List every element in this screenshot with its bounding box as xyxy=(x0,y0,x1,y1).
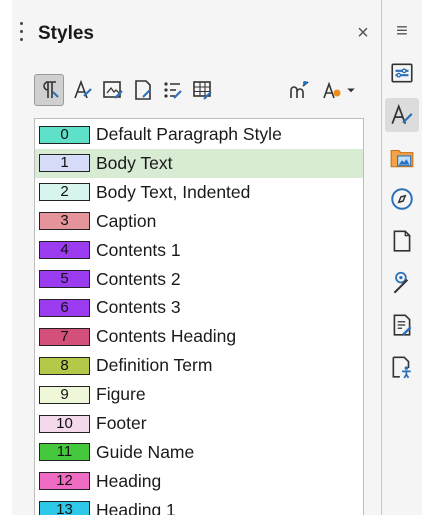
style-color-swatch: 11 xyxy=(39,443,90,462)
style-name-label: Contents 3 xyxy=(96,297,181,318)
gallery-button[interactable] xyxy=(385,140,419,174)
manage-changes-icon xyxy=(393,314,412,336)
navigator-icon xyxy=(391,188,413,210)
style-list-item[interactable]: 5 Contents 2 xyxy=(35,265,363,294)
page-icon xyxy=(393,230,411,252)
style-list-item[interactable]: 7 Contents Heading xyxy=(35,322,363,351)
frame-styles-icon xyxy=(103,81,123,99)
character-styles-button[interactable] xyxy=(68,74,98,106)
style-name-label: Default Paragraph Style xyxy=(96,124,282,144)
style-color-swatch: 8 xyxy=(39,356,90,375)
style-color-swatch: 1 xyxy=(39,154,90,173)
page-styles-button[interactable] xyxy=(128,74,158,106)
navigator-button[interactable] xyxy=(385,182,419,216)
properties-button[interactable] xyxy=(385,56,419,90)
fill-format-mode-button[interactable] xyxy=(284,74,314,106)
style-name-label: Body Text, Indented xyxy=(96,181,251,202)
list-styles-icon xyxy=(164,82,182,99)
manage-changes-button[interactable] xyxy=(385,308,419,342)
style-inspector-icon xyxy=(393,271,409,294)
style-name-label: Body Text xyxy=(96,152,173,173)
style-color-swatch: 12 xyxy=(39,472,90,491)
sidebar-menu-button[interactable]: ≡ xyxy=(391,20,413,42)
styles-panel: Styles × ≡ 0 Default Paragraph Style 1 B… xyxy=(0,0,422,515)
style-name-label: Definition Term xyxy=(96,355,213,376)
style-name-label: Caption xyxy=(96,210,157,231)
style-inspector-button[interactable] xyxy=(385,266,419,300)
style-name-label: Contents Heading xyxy=(96,326,237,347)
list-styles-button[interactable] xyxy=(158,74,188,106)
style-color-swatch: 2 xyxy=(39,183,90,202)
style-list-item[interactable]: 13 Heading 1 xyxy=(35,496,363,515)
table-styles-button[interactable] xyxy=(188,74,218,106)
styles-toolbar xyxy=(34,74,368,106)
style-color-swatch: 9 xyxy=(39,385,90,404)
style-list-item[interactable]: 0 Default Paragraph Style xyxy=(35,120,363,149)
character-styles-icon xyxy=(74,79,92,99)
new-style-dropdown-button[interactable] xyxy=(342,74,360,106)
style-color-swatch: 10 xyxy=(39,414,90,433)
page-button[interactable] xyxy=(385,224,419,258)
paragraph-styles-icon xyxy=(43,81,59,98)
style-color-swatch: 0 xyxy=(39,125,90,144)
panel-left-edge xyxy=(0,0,12,515)
fill-format-mode-icon xyxy=(290,81,309,98)
style-list-item[interactable]: 11 Guide Name xyxy=(35,438,363,467)
style-list-item[interactable]: 6 Contents 3 xyxy=(35,293,363,322)
style-name-label: Heading 1 xyxy=(96,499,176,515)
style-list-item[interactable]: 3 Caption xyxy=(35,207,363,236)
style-color-swatch: 4 xyxy=(39,241,90,260)
properties-icon xyxy=(391,63,413,83)
accessibility-check-icon xyxy=(392,356,411,379)
style-color-swatch: 3 xyxy=(39,212,90,231)
style-color-swatch: 6 xyxy=(39,298,90,317)
style-name-label: Contents 2 xyxy=(96,268,181,289)
style-name-label: Heading xyxy=(96,470,162,491)
style-list[interactable]: 0 Default Paragraph Style 1 Body Text 2 Body … xyxy=(34,118,364,515)
style-color-swatch: 7 xyxy=(39,327,90,346)
style-list-item[interactable]: 9 Figure xyxy=(35,380,363,409)
style-list-item[interactable]: 12 Heading xyxy=(35,467,363,496)
table-styles-icon xyxy=(193,81,212,100)
close-button[interactable]: × xyxy=(352,22,374,44)
style-list-item[interactable]: 4 Contents 1 xyxy=(35,236,363,265)
frame-styles-button[interactable] xyxy=(98,74,128,106)
page-styles-icon xyxy=(135,80,151,100)
hamburger-menu-icon: ≡ xyxy=(396,20,408,42)
close-icon: × xyxy=(357,22,369,44)
style-list-item[interactable]: 8 Definition Term xyxy=(35,351,363,380)
panel-title: Styles xyxy=(38,23,94,44)
style-list-item[interactable]: 2 Body Text, Indented xyxy=(35,178,363,207)
accessibility-check-button[interactable] xyxy=(385,350,419,384)
style-name-label: Contents 1 xyxy=(96,239,181,260)
panel-grip-handle[interactable] xyxy=(20,22,23,46)
style-list-item[interactable]: 1 Body Text xyxy=(35,148,363,178)
chevron-down-icon xyxy=(347,88,355,93)
style-name-label: Figure xyxy=(96,384,146,405)
style-color-swatch: 5 xyxy=(39,270,90,288)
style-name-label: Footer xyxy=(96,413,147,433)
sidebar-deck xyxy=(382,48,422,448)
paragraph-styles-button[interactable] xyxy=(34,74,64,106)
style-color-swatch: 13 xyxy=(39,501,90,515)
styles-icon xyxy=(391,103,413,124)
style-name-label: Guide Name xyxy=(96,441,195,462)
gallery-icon xyxy=(390,149,414,168)
styles-button[interactable] xyxy=(385,98,419,132)
style-list-item[interactable]: 10 Footer xyxy=(35,409,363,438)
